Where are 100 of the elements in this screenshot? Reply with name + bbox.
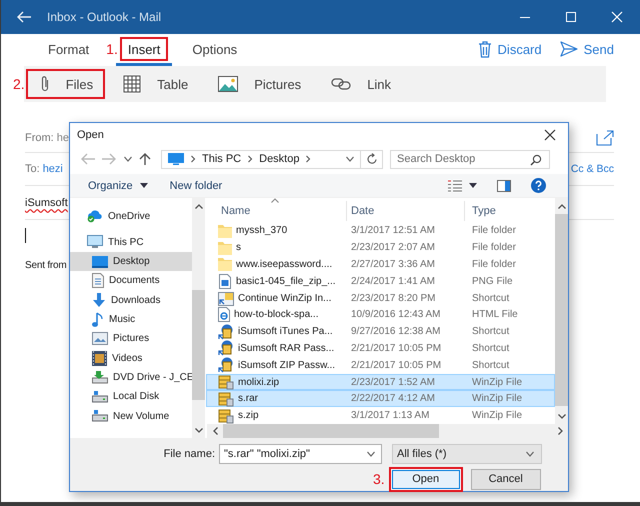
scrollbar-thumb[interactable] <box>223 424 439 438</box>
file-row[interactable]: basic1-045_file_zip_... 2/24/2017 1:41 AM PNG File <box>206 272 555 290</box>
drive-icon <box>92 390 108 403</box>
recipient[interactable]: hezi <box>42 163 63 175</box>
pop-out-button[interactable] <box>596 130 614 146</box>
nav-item[interactable]: Desktop <box>70 252 192 272</box>
file-row[interactable]: s.zip 3/1/2017 1:13 AM WinZip File <box>206 407 555 424</box>
file-row[interactable]: www.iseepassword.... 2/27/2017 3:36 AM File folder <box>206 256 555 273</box>
file-row[interactable]: iSumsoft RAR Pass... 2/21/2017 10:05 PM Shortcut <box>206 340 555 357</box>
file-row[interactable]: s.rar 2/22/2017 4:12 AM WinZip File <box>206 390 555 408</box>
refresh-icon[interactable] <box>366 153 378 166</box>
column-header[interactable]: Type <box>465 201 553 222</box>
image-icon <box>218 76 238 92</box>
archive-icon <box>218 390 234 407</box>
caret-down-icon[interactable] <box>367 451 375 457</box>
app-shortcut-icon <box>218 340 234 356</box>
file-type-dropdown[interactable]: All files (*) <box>392 444 542 464</box>
caret-down-icon[interactable] <box>558 414 566 418</box>
monitor-icon <box>92 256 108 268</box>
field-label: To: <box>25 163 40 175</box>
file-row[interactable]: how-to-block-spa... 10/9/2016 12:43 AM HTML File <box>206 306 555 324</box>
up-arrow-icon[interactable] <box>139 152 151 166</box>
toolbar-button[interactable]: Files <box>26 69 106 99</box>
caret-down-icon[interactable] <box>140 183 148 188</box>
folder-icon <box>218 240 232 255</box>
file-date: 10/9/2016 12:43 AM <box>351 309 441 320</box>
dialog-title: Open <box>77 129 105 142</box>
table-icon <box>123 75 142 93</box>
nav-item[interactable]: This PC <box>70 232 192 252</box>
toolbar-button[interactable]: Link <box>317 69 404 99</box>
tab[interactable]: Options <box>184 37 246 61</box>
sender-address: he <box>56 132 69 144</box>
scrollbar[interactable] <box>207 424 568 438</box>
breadcrumb[interactable]: Desktop <box>259 153 300 166</box>
file-name: molixi.zip <box>238 376 280 388</box>
search-icon[interactable] <box>530 154 542 166</box>
scrollbar-thumb[interactable] <box>192 290 205 400</box>
toolbar-button[interactable]: Pictures <box>204 69 314 99</box>
link-icon <box>331 77 352 91</box>
nav-item[interactable]: Music <box>70 310 192 330</box>
caret-down-icon[interactable] <box>346 156 354 162</box>
file-row[interactable]: iSumsoft ZIP Passw... 2/21/2017 10:05 PM Shortcut <box>206 356 555 374</box>
nav-item[interactable]: Local Disk <box>70 387 192 406</box>
cc-bcc-link[interactable]: Cc & Bcc <box>570 163 614 175</box>
cancel-button[interactable]: Cancel <box>470 468 541 490</box>
view-list-icon[interactable] <box>447 180 463 192</box>
file-row[interactable]: Continue WinZip In... 2/23/2017 8:20 PM Shortcut <box>206 290 555 306</box>
discard-button[interactable]: Discard <box>478 40 542 58</box>
nav-item[interactable]: Downloads <box>70 290 192 310</box>
chevron-right-icon <box>247 155 254 164</box>
film-icon <box>92 350 107 366</box>
search-field[interactable]: Search Desktop <box>390 150 550 169</box>
caret-down-icon[interactable] <box>124 156 132 162</box>
send-button[interactable]: Send <box>560 41 614 57</box>
file-row[interactable]: s 2/23/2017 2:07 AM File folder <box>206 239 555 256</box>
nav-item[interactable]: Videos <box>70 348 192 368</box>
nav-item[interactable]: OneDrive <box>70 206 192 226</box>
breadcrumb[interactable]: This PC <box>202 153 242 166</box>
help-icon[interactable] <box>531 178 546 194</box>
maximize-icon[interactable] <box>565 11 577 23</box>
nav-item[interactable]: New Volume <box>70 406 192 426</box>
scrollbar[interactable] <box>192 198 205 438</box>
organize-button[interactable]: Organize <box>84 176 152 196</box>
column-header[interactable]: Name <box>207 201 347 222</box>
tab[interactable]: Format <box>40 37 98 61</box>
caret-right-icon[interactable] <box>558 427 562 435</box>
file-date: 3/1/2017 1:13 AM <box>351 410 430 422</box>
step-number: 1. <box>106 41 118 57</box>
new-folder-button[interactable]: New folder <box>166 176 226 196</box>
caret-down-icon[interactable] <box>194 428 202 432</box>
nav-item[interactable]: DVD Drive - J_CE <box>70 368 192 388</box>
caret-up-icon[interactable] <box>194 204 202 209</box>
file-type: File folder <box>472 258 516 270</box>
archive-icon <box>218 408 234 424</box>
preview-pane-icon[interactable] <box>497 180 511 192</box>
file-name: Continue WinZip In... <box>238 292 332 304</box>
toolbar-button[interactable]: Table <box>109 69 200 99</box>
signature-text: Sent from <box>25 260 67 271</box>
file-row[interactable]: molixi.zip 2/23/2017 1:52 AM WinZip File <box>206 374 555 390</box>
caret-left-icon[interactable] <box>212 427 218 435</box>
file-row[interactable]: iSumsoft iTunes Pa... 9/27/2016 12:38 AM Shortcut <box>206 323 555 340</box>
nav-item[interactable]: Documents <box>70 271 192 291</box>
file-name: how-to-block-spa... <box>234 309 318 320</box>
file-date: 2/21/2017 10:05 PM <box>351 360 442 371</box>
app-shortcut-icon <box>218 324 234 340</box>
file-name-field[interactable]: "s.rar" "molixi.zip" <box>219 444 382 464</box>
nav-item[interactable]: Pictures <box>70 329 192 349</box>
field-label: File name: <box>162 448 216 460</box>
address-bar[interactable]: This PC Desktop <box>161 150 383 169</box>
caret-down-icon[interactable] <box>469 183 477 188</box>
music-note-icon <box>92 312 104 328</box>
column-header[interactable]: Date <box>347 201 465 222</box>
open-button[interactable]: Open <box>388 466 463 492</box>
file-type: WinZip File <box>472 393 522 404</box>
image-file-icon <box>218 274 232 289</box>
caret-up-icon[interactable] <box>558 204 566 209</box>
close-icon[interactable] <box>544 129 556 142</box>
file-row[interactable]: myssh_370 3/1/2017 12:51 AM File folder <box>206 222 555 240</box>
computer-icon <box>87 235 103 250</box>
chevron-right-icon <box>190 155 196 164</box>
